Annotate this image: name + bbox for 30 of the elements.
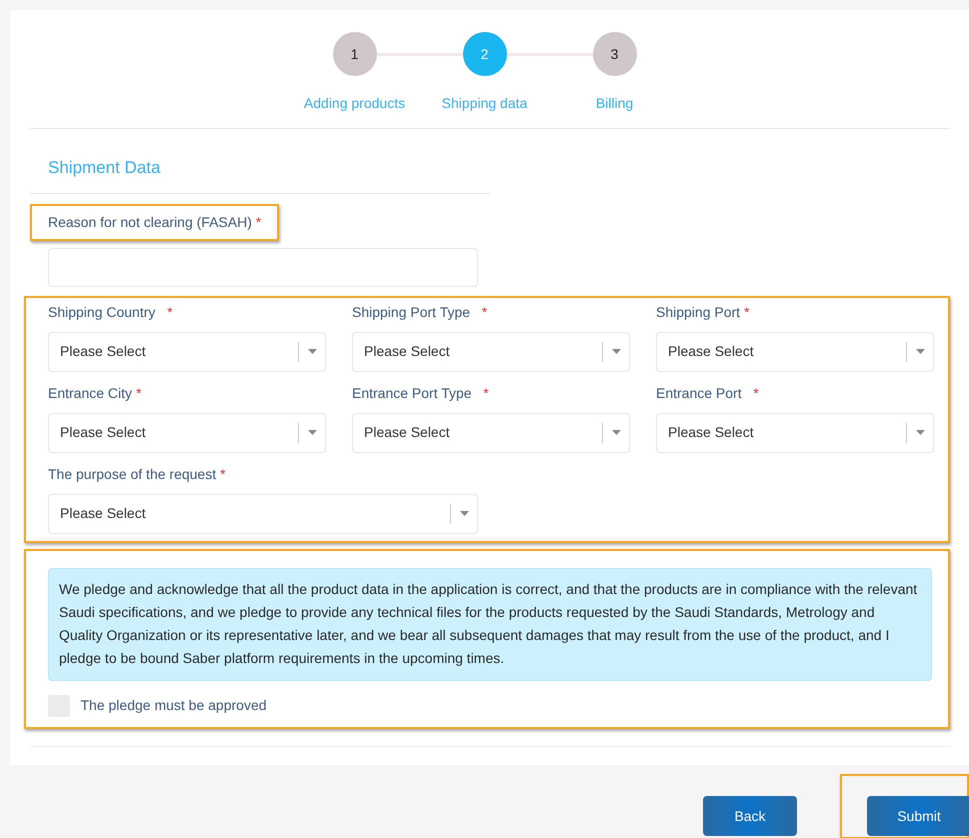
caret-icon (916, 349, 924, 354)
select-field[interactable]: Please Select (656, 332, 934, 372)
caret-icon (612, 349, 620, 354)
field-label: Entrance Port * (656, 384, 760, 402)
input-field[interactable] (48, 248, 478, 286)
field-label: Entrance Port Type * (352, 384, 490, 403)
select-field[interactable]: Please Select (656, 412, 934, 452)
checkbox-label: The pledge must be approved (80, 696, 267, 715)
caret-icon (612, 430, 620, 435)
select-field[interactable]: Please Select (48, 494, 478, 534)
select-field[interactable]: Please Select (352, 412, 630, 452)
select-field[interactable]: Please Select (352, 332, 630, 372)
field-label: Reason for not clearing (FASAH) * (48, 214, 262, 230)
button-back[interactable]: Back (703, 796, 797, 836)
pledge-alert: We pledge and acknowledge that all the product data in the application is correct, and that the products are in compliance with the relevant Saudi specifications, and we pledge to provide any technical files for the products requested by the Saudi Standards, Metrology and Quality Organization or its representative later, and we bear all subsequent damages that may result from the use of the product, and I pledge to be bound Saber platform requirements in the upcoming times. (48, 568, 932, 680)
field-label: Entrance City * (48, 384, 142, 403)
section-title: Shipment Data (48, 157, 162, 179)
field-label: Shipping Country * (48, 302, 174, 322)
caret-icon (308, 349, 316, 354)
select-field[interactable]: Please Select (48, 332, 326, 372)
field-label: Shipping Port Type * (352, 302, 488, 322)
select-field[interactable]: Please Select (48, 412, 326, 452)
caret-icon (308, 430, 316, 435)
button-submit[interactable]: Submit (867, 796, 969, 836)
step-circle[interactable]: 1 (332, 32, 376, 76)
field-label: The purpose of the request * (48, 464, 226, 484)
field-label: Shipping Port * (656, 302, 750, 322)
caret-icon (916, 430, 924, 435)
caret-icon (460, 511, 468, 516)
step-circle[interactable]: 3 (592, 32, 636, 76)
